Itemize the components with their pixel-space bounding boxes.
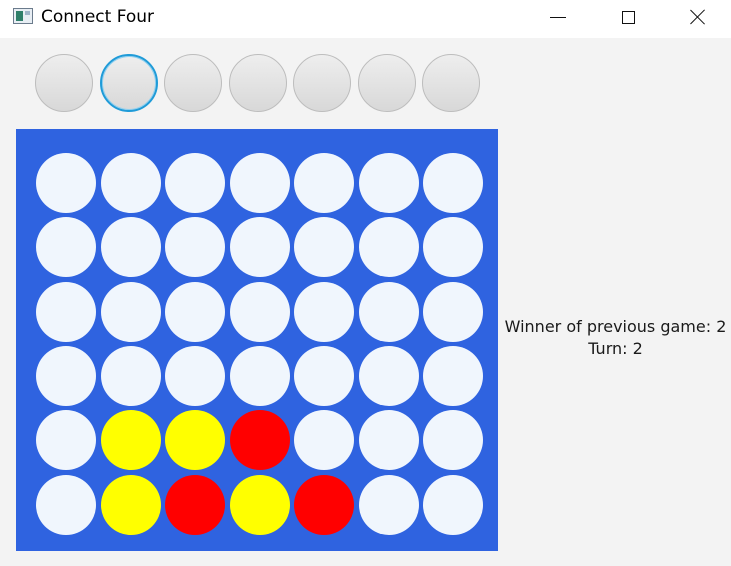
board-cell-empty [165, 281, 225, 342]
board-cell-empty [294, 281, 354, 342]
board-cell-empty [100, 281, 161, 342]
board-cell-yellow [229, 474, 290, 535]
board-cell-red [294, 474, 354, 535]
previous-winner-label: Winner of previous game: 2 [504, 317, 727, 336]
board-cell-empty [294, 345, 354, 406]
board-cell-empty [423, 217, 483, 278]
board-cell-empty [229, 345, 290, 406]
board-cell-empty [36, 153, 96, 213]
board-cell-empty [100, 153, 161, 213]
close-button[interactable] [675, 0, 721, 34]
board-cell-empty [358, 410, 419, 471]
drop-button-column-1[interactable] [35, 54, 93, 112]
board-cell-empty [36, 345, 96, 406]
drop-button-column-7[interactable] [422, 54, 480, 112]
application-icon [13, 8, 33, 24]
board-cell-empty [423, 474, 483, 535]
status-panel: Winner of previous game: 2 Turn: 2 [500, 316, 731, 360]
board-cell-empty [358, 345, 419, 406]
board-cell-empty [423, 410, 483, 471]
maximize-button[interactable] [605, 0, 651, 34]
board-cell-empty [358, 217, 419, 278]
close-icon [690, 9, 706, 25]
board-cell-yellow [100, 474, 161, 535]
board-cell-empty [358, 153, 419, 213]
board-cell-empty [294, 153, 354, 213]
board-cell-empty [294, 217, 354, 278]
minimize-icon [550, 16, 566, 18]
drop-button-column-3[interactable] [164, 54, 222, 112]
drop-button-column-4[interactable] [228, 54, 287, 112]
board-cell-empty [423, 281, 483, 342]
board-cell-empty [358, 474, 419, 535]
drop-button-column-6[interactable] [357, 54, 416, 112]
board-cell-empty [229, 217, 290, 278]
board-cell-empty [423, 345, 483, 406]
board-cell-empty [423, 153, 483, 213]
board-cell-yellow [100, 410, 161, 471]
board-cell-empty [36, 281, 96, 342]
board-cell-empty [36, 410, 96, 471]
board-cell-red [165, 474, 225, 535]
board-cell-empty [100, 217, 161, 278]
window-title: Connect Four [41, 7, 155, 27]
drop-button-column-5[interactable] [293, 54, 351, 112]
board-cell-red [229, 410, 290, 471]
board-cell-yellow [165, 410, 225, 471]
maximize-icon [621, 10, 635, 24]
board-cell-empty [294, 410, 354, 471]
board-cell-empty [165, 217, 225, 278]
game-board [16, 129, 498, 551]
board-cell-empty [36, 474, 96, 535]
board-cell-empty [358, 281, 419, 342]
board-cell-empty [36, 217, 96, 278]
board-cell-empty [100, 345, 161, 406]
board-cell-empty [165, 345, 225, 406]
drop-button-column-2[interactable] [99, 54, 158, 112]
title-bar: Connect Four [0, 0, 731, 38]
turn-label: Turn: 2 [588, 339, 643, 358]
board-cell-empty [165, 153, 225, 213]
board-cell-empty [229, 153, 290, 213]
minimize-button[interactable] [535, 0, 581, 34]
board-cell-empty [229, 281, 290, 342]
